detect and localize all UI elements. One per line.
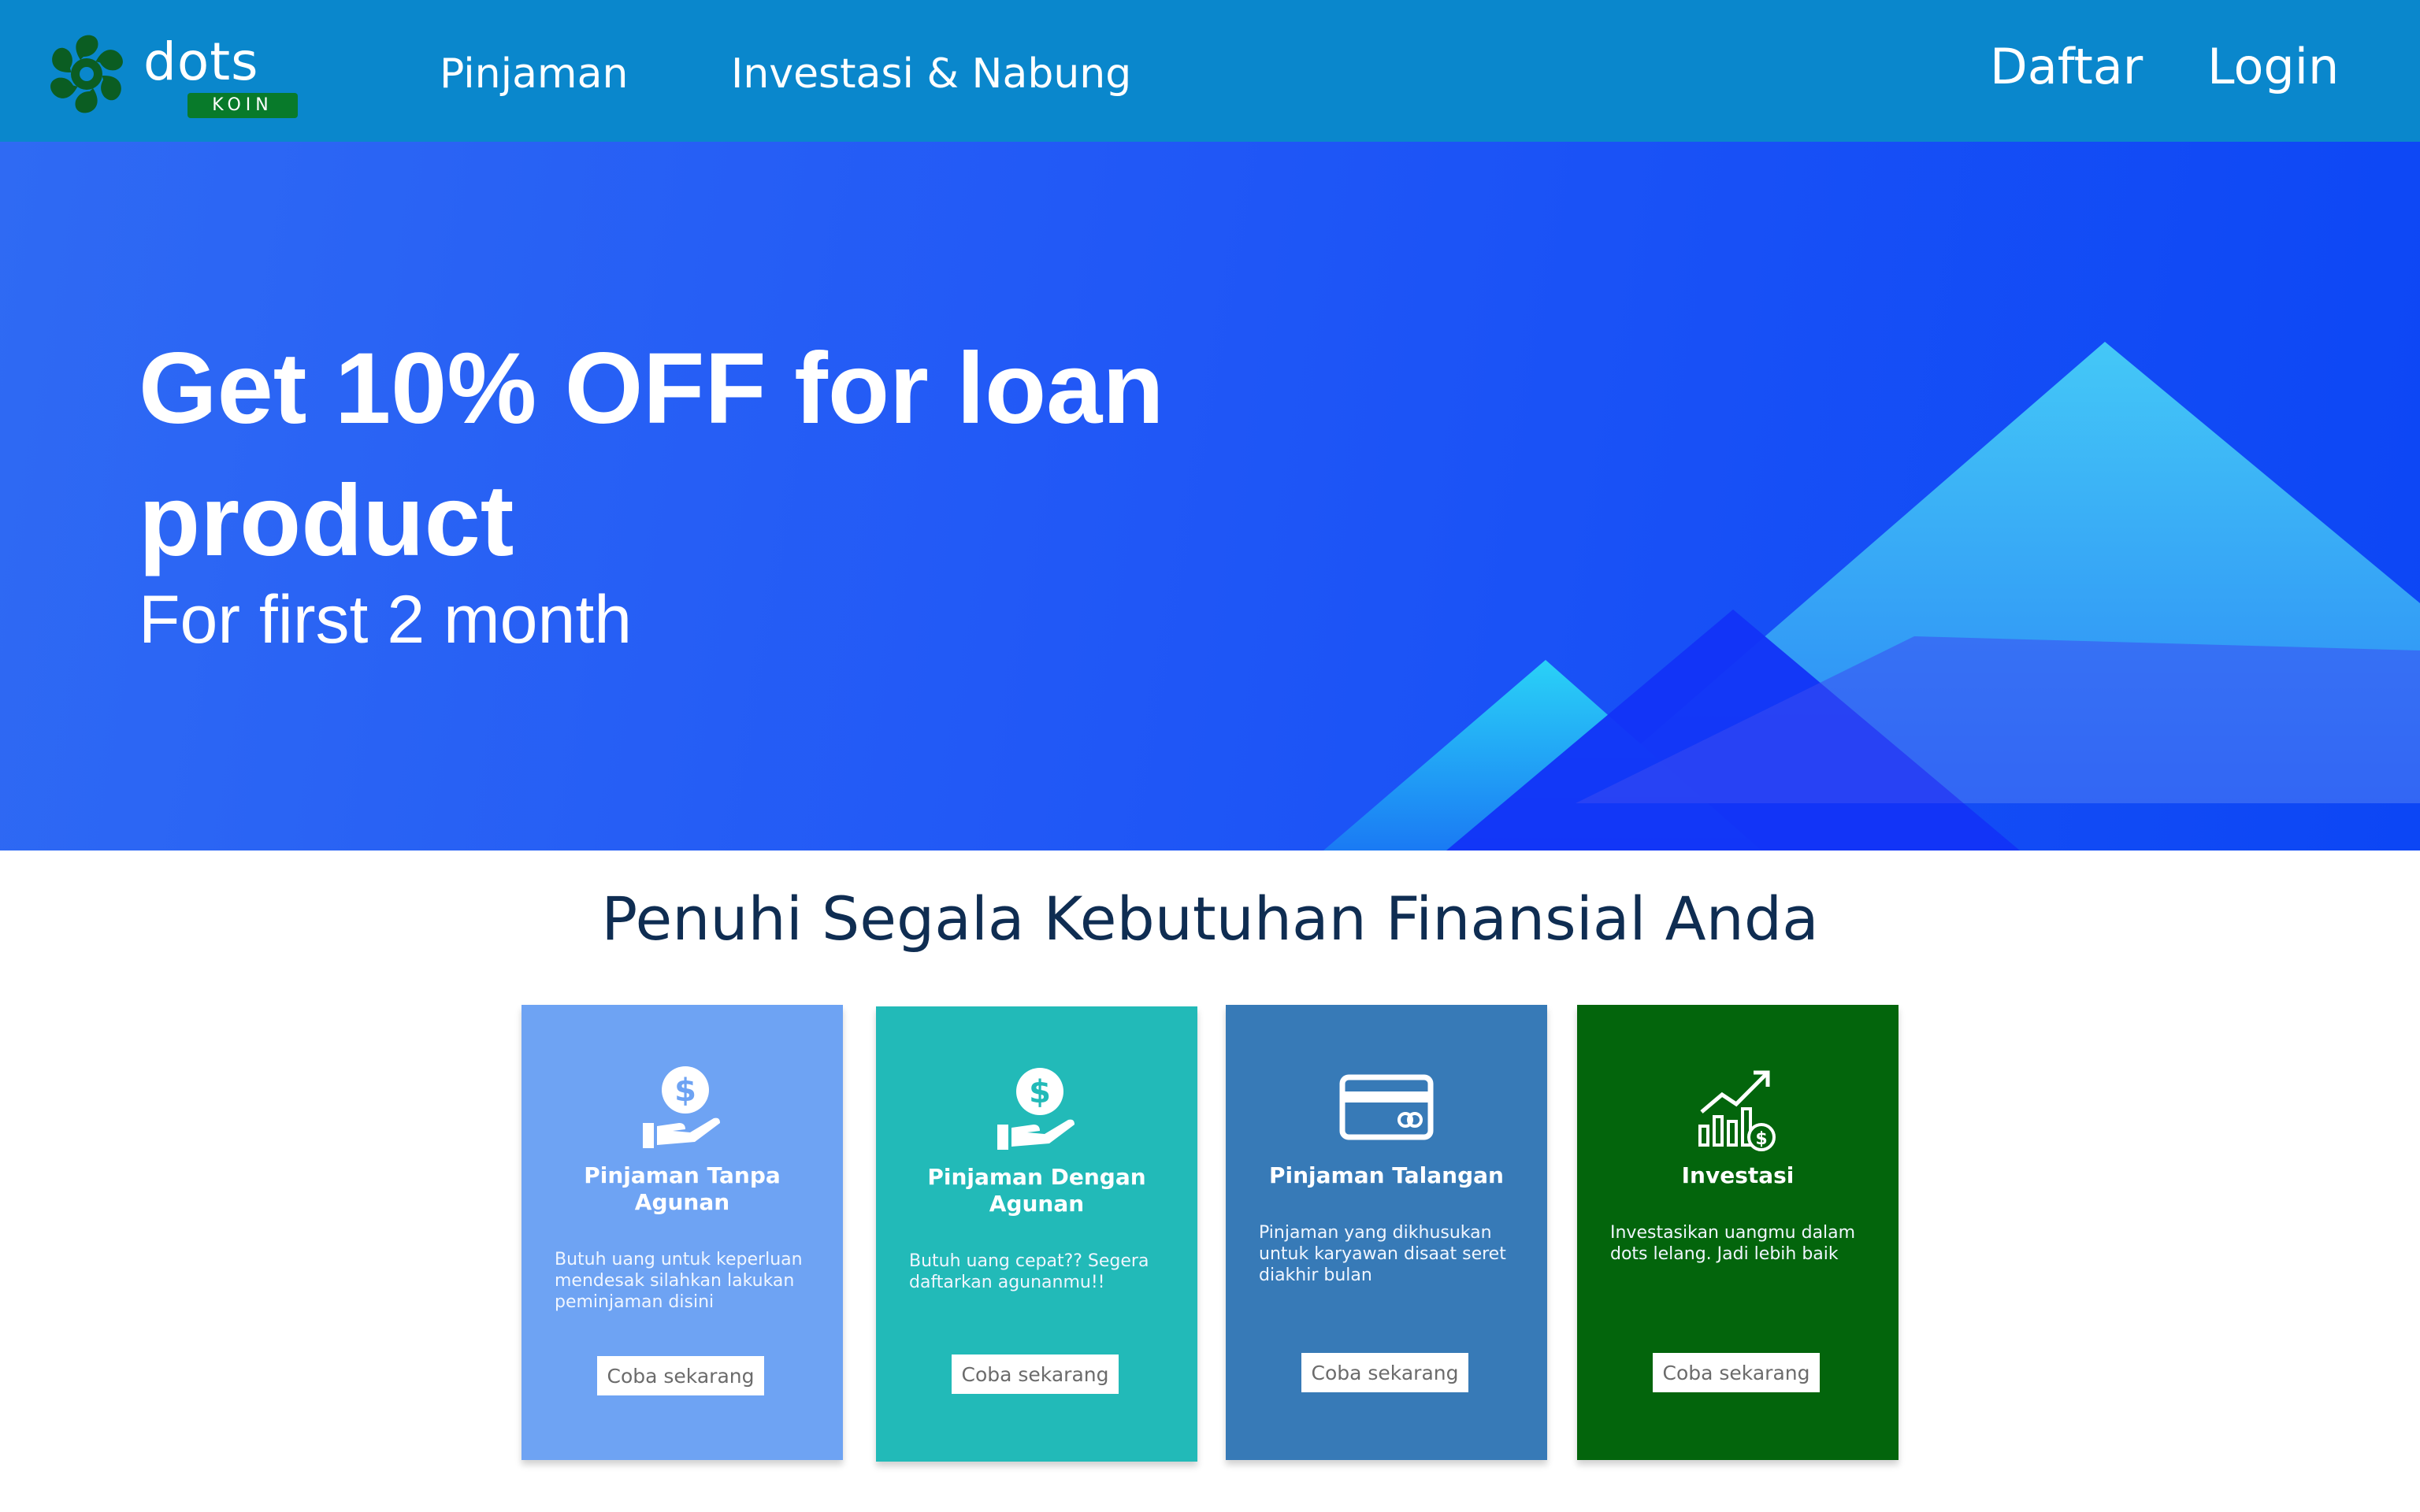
nav-link-investasi-nabung[interactable]: Investasi & Nabung [731,50,1131,98]
hero-subtitle: For first 2 month [139,582,633,658]
coba-sekarang-button[interactable]: Coba sekarang [1301,1353,1468,1392]
logo-wordmark: dots [143,32,259,92]
hero-banner: Get 10% OFF for loan product For first 2… [0,142,2420,850]
product-card-pinjaman-dengan-agunan: $ Pinjaman Dengan Agunan Butuh uang cepa… [876,1006,1197,1462]
hand-coin-icon: $ [643,1066,720,1148]
login-link[interactable]: Login [2207,38,2339,95]
hand-coin-icon: $ [997,1068,1075,1150]
card-description: Butuh uang untuk keperluan mendesak sila… [555,1250,803,1312]
nav-link-pinjaman[interactable]: Pinjaman [440,50,628,98]
top-navbar: dots KOIN Pinjaman Investasi & Nabung Da… [0,0,2420,142]
product-card-pinjaman-tanpa-agunan: $ Pinjaman Tanpa Agunan Butuh uang untuk… [521,1005,843,1460]
hero-title: Get 10% OFF for loan product [139,332,1164,577]
svg-text:$: $ [1029,1074,1051,1110]
section-title: Penuhi Segala Kebutuhan Finansial Anda [601,884,1819,954]
card-title: Investasi [1681,1162,1795,1188]
coba-sekarang-button[interactable]: Coba sekarang [1653,1353,1820,1392]
coba-sekarang-button[interactable]: Coba sekarang [597,1356,764,1395]
dots-logo-icon [50,35,123,113]
card-title: Pinjaman Tanpa Agunan [584,1162,781,1215]
card-title: Pinjaman Dengan Agunan [927,1164,1146,1217]
svg-text:$: $ [1755,1129,1767,1149]
card-description: Butuh uang cepat?? Segera daftarkan agun… [909,1251,1149,1292]
product-card-investasi: $ Investasi Investasikan uangmu dalam do… [1577,1005,1899,1460]
product-card-pinjaman-talangan: Pinjaman Talangan Pinjaman yang dikhusuk… [1226,1005,1547,1460]
card-title: Pinjaman Talangan [1269,1162,1504,1188]
svg-text:$: $ [674,1073,696,1109]
card-description: Investasikan uangmu dalam dots lelang. J… [1610,1223,1856,1264]
logo-sub-badge: KOIN [187,93,298,118]
daftar-link[interactable]: Daftar [1990,38,2143,95]
card-description: Pinjaman yang dikhusukan untuk karyawan … [1259,1223,1506,1285]
coba-sekarang-button[interactable]: Coba sekarang [952,1354,1119,1394]
credit-card-icon [1339,1074,1434,1140]
dots-koin-logo[interactable]: dots KOIN [41,28,298,123]
growth-chart-icon: $ [1698,1070,1776,1151]
